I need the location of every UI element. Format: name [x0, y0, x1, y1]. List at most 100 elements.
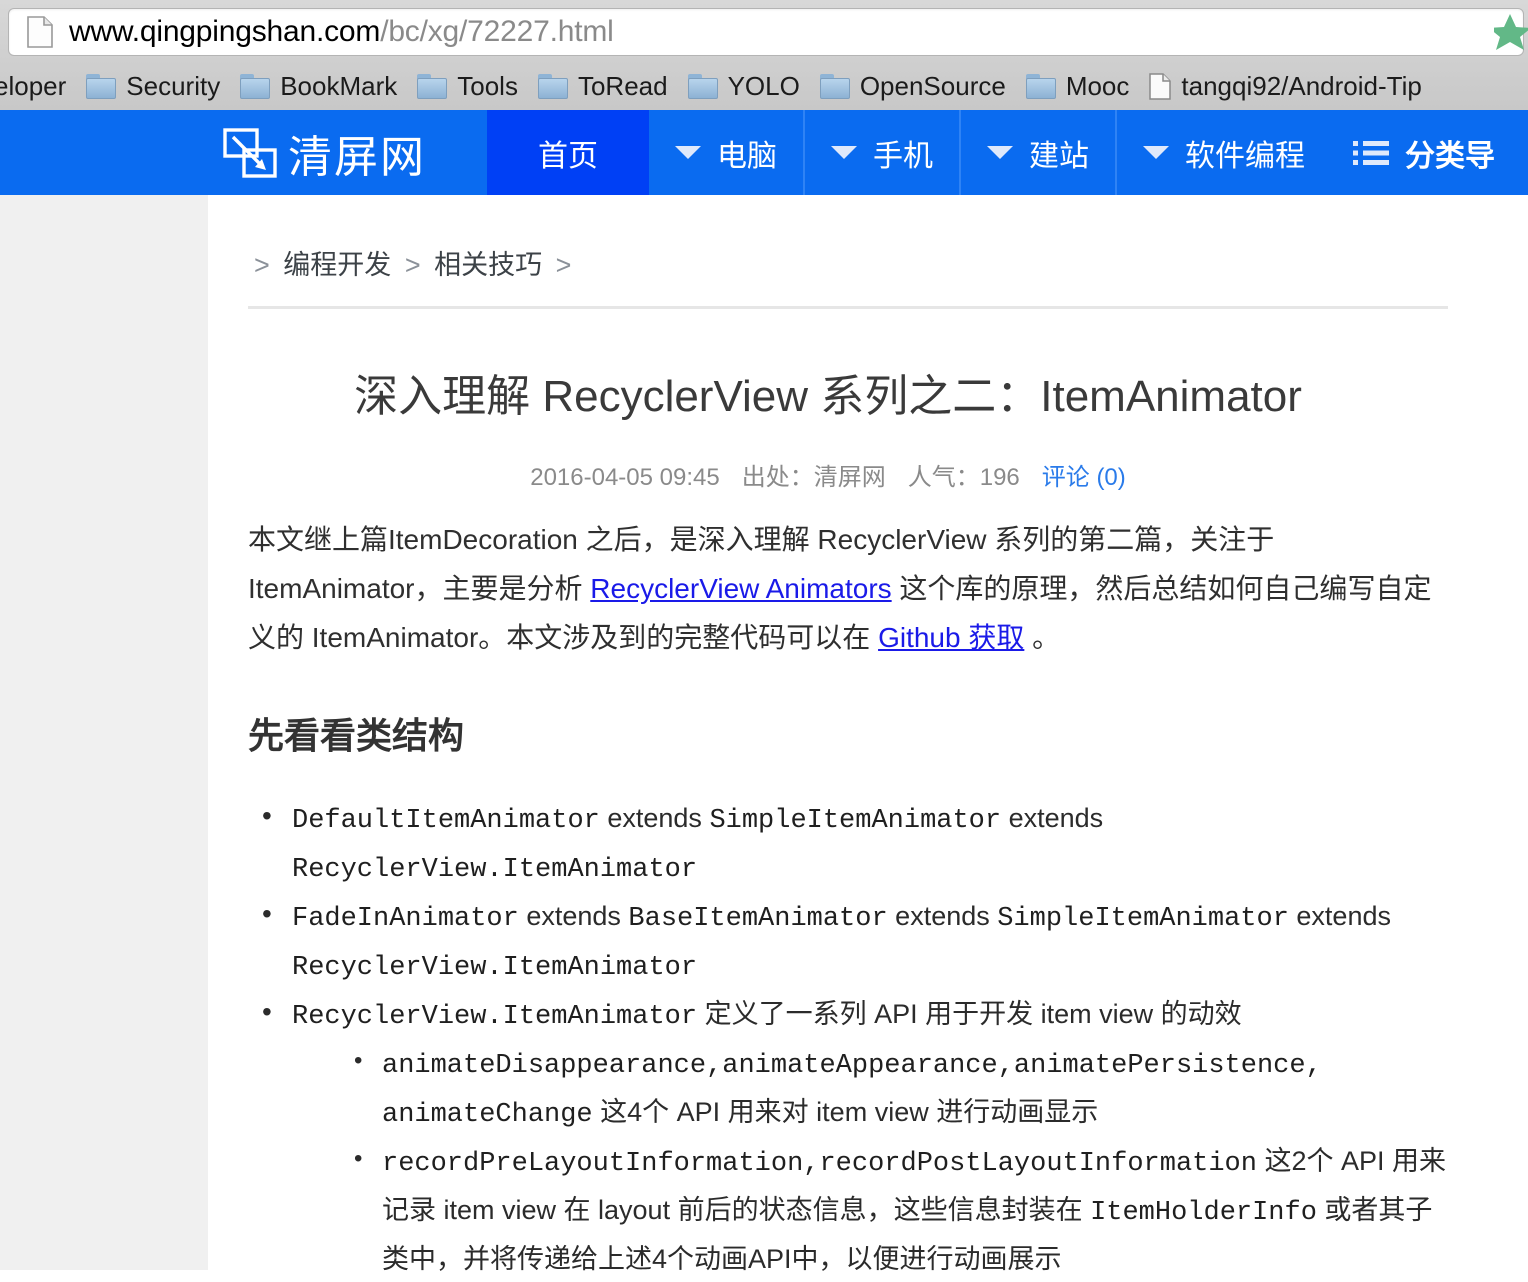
code-span: FadeInAnimator	[292, 904, 519, 934]
nav-item-software-programming-label: 软件编程	[1185, 131, 1305, 175]
bookmark-item[interactable]: Mooc	[1016, 66, 1140, 106]
text-span: extends	[1001, 803, 1103, 833]
code-span: recordPostLayoutInformation	[819, 1149, 1256, 1179]
bookmark-item[interactable]: tangqi92/Android-Tip	[1139, 66, 1431, 106]
site-logo[interactable]: 清屏网	[0, 110, 487, 195]
views-count: 196	[980, 464, 1020, 491]
views-label: 人气：	[908, 464, 980, 491]
code-span: BaseItemAnimator	[628, 904, 887, 934]
article-meta: 2016-04-05 09:45 出处：清屏网人气：196 评论 (0)	[208, 457, 1448, 492]
chevron-down-icon	[1143, 146, 1169, 159]
bookmark-item[interactable]: OpenSource	[810, 66, 1016, 106]
code-span: animateDisappearance	[382, 1051, 706, 1081]
bookmark-item[interactable]: eloper	[0, 66, 76, 106]
nav-item-category-guide-label: 分类导	[1405, 131, 1495, 175]
browser-chrome: www.qingpingshan.com/bc/xg/72227.html el…	[0, 0, 1528, 110]
bookmark-label: Mooc	[1066, 71, 1130, 102]
link-github[interactable]: Github 获取	[878, 622, 1024, 653]
document-icon	[27, 16, 53, 48]
bookmark-item[interactable]: ToRead	[528, 66, 678, 106]
code-span: SimpleItemAnimator	[997, 904, 1289, 934]
source-value: 清屏网	[814, 464, 886, 491]
bookmarks-bar[interactable]: eloper Security BookMarkTools ToRead YOLO Ope…	[0, 62, 1528, 110]
bookmark-label: YOLO	[728, 71, 800, 102]
breadcrumb: > 编程开发 > 相关技巧 >	[248, 243, 577, 282]
page-title: 深入理解 RecyclerView 系列之二：ItemAnimator	[208, 360, 1448, 424]
text-span: 这4个 API 用来对 item view 进行动画显示	[593, 1097, 1099, 1127]
article-intro-paragraph: 本文继上篇ItemDecoration 之后，是深入理解 RecyclerVie…	[248, 515, 1453, 662]
folder-icon	[86, 74, 116, 99]
bookmark-item[interactable]: YOLO	[678, 66, 810, 106]
url-text: www.qingpingshan.com/bc/xg/72227.html	[69, 15, 614, 49]
green-star-icon[interactable]	[1494, 10, 1528, 50]
left-gutter	[0, 195, 208, 1270]
breadcrumb-sep: >	[254, 250, 270, 280]
document-icon	[1149, 73, 1171, 100]
bookmark-label: OpenSource	[860, 71, 1006, 102]
folder-icon	[1026, 74, 1056, 99]
screen-arrow-icon	[222, 127, 278, 179]
page-body: > 编程开发 > 相关技巧 > 深入理解 RecyclerView 系列之二：I…	[0, 195, 1528, 1270]
chevron-down-icon	[987, 146, 1013, 159]
nav-item-home-label: 首页	[538, 131, 598, 175]
nav-item-home[interactable]: 首页	[487, 110, 649, 195]
text-span: extends	[519, 901, 629, 931]
bookmark-label: eloper	[0, 71, 66, 102]
code-span: RecyclerView.ItemAnimator	[292, 953, 697, 983]
code-span: RecyclerView.ItemAnimator	[292, 855, 697, 885]
chevron-down-icon	[675, 146, 701, 159]
bookmark-item[interactable]: Security	[76, 66, 230, 106]
divider	[248, 306, 1448, 309]
list-item: FadeInAnimator extends BaseItemAnimator …	[248, 893, 1458, 991]
nav-item-category-guide[interactable]: 分类导	[1331, 110, 1528, 195]
nav-item-computer[interactable]: 电脑	[649, 110, 805, 195]
code-span: ItemHolderInfo	[1090, 1198, 1317, 1228]
breadcrumb-item-1[interactable]: 编程开发	[283, 250, 391, 280]
bookmark-item[interactable]: Tools	[407, 66, 528, 106]
text-span: extends	[600, 803, 710, 833]
text-span: extends	[888, 901, 998, 931]
publish-datetime: 2016-04-05 09:45	[530, 464, 720, 491]
breadcrumb-item-2[interactable]: 相关技巧	[434, 250, 542, 280]
nav-item-website-label: 建站	[1029, 131, 1089, 175]
text-span: 定义了一系列 API 用于开发 item view 的动效	[697, 999, 1242, 1029]
bookmark-item[interactable]: BookMark	[230, 66, 407, 106]
source-label: 出处：	[742, 464, 814, 491]
comments-link[interactable]: 评论 (0)	[1042, 464, 1126, 491]
list-item: RecyclerView.ItemAnimator 定义了一系列 API 用于开…	[248, 991, 1458, 1282]
address-bar[interactable]: www.qingpingshan.com/bc/xg/72227.html	[8, 8, 1524, 56]
comments-count: (0)	[1096, 464, 1125, 491]
folder-icon	[538, 74, 568, 99]
link-recyclerview-animators[interactable]: RecyclerView Animators	[590, 573, 891, 604]
code-span: ,	[1306, 1051, 1322, 1081]
list-item: animateDisappearance,animateAppearance,a…	[344, 1040, 1458, 1138]
nav-item-software-programming[interactable]: 软件编程	[1117, 110, 1331, 195]
bullet-list-level-2: animateDisappearance,animateAppearance,a…	[292, 1040, 1458, 1282]
code-span: recordPreLayoutInformation	[382, 1149, 803, 1179]
site-navigation-bar: 清屏网 首页 电脑 手机 建站 软件编程 分类导	[0, 110, 1528, 195]
list-item: DefaultItemAnimator extends SimpleItemAn…	[248, 795, 1458, 893]
folder-icon	[417, 74, 447, 99]
folder-icon	[820, 74, 850, 99]
code-span: animateChange	[382, 1100, 593, 1130]
code-span: animateAppearance	[722, 1051, 997, 1081]
code-span: ,	[803, 1149, 819, 1179]
list-icon	[1353, 139, 1389, 167]
folder-icon	[240, 74, 270, 99]
bookmark-label: ToRead	[578, 71, 668, 102]
bookmark-label: tangqi92/Android-Tip	[1181, 71, 1421, 102]
url-host: www.qingpingshan.com	[69, 15, 380, 48]
article-content-area: > 编程开发 > 相关技巧 > 深入理解 RecyclerView 系列之二：I…	[208, 195, 1528, 1270]
site-logo-text: 清屏网	[288, 121, 426, 185]
code-span: RecyclerView.ItemAnimator	[292, 1002, 697, 1032]
code-span: SimpleItemAnimator	[709, 806, 1001, 836]
code-span: ,	[706, 1051, 722, 1081]
bullet-list-level-1: DefaultItemAnimator extends SimpleItemAn…	[248, 795, 1458, 1282]
code-span: DefaultItemAnimator	[292, 806, 600, 836]
nav-item-mobile[interactable]: 手机	[805, 110, 961, 195]
breadcrumb-sep: >	[405, 250, 421, 280]
list-item: recordPreLayoutInformation,recordPostLay…	[344, 1138, 1458, 1282]
bookmark-label: Security	[126, 71, 220, 102]
nav-item-website[interactable]: 建站	[961, 110, 1117, 195]
breadcrumb-sep-trail: >	[556, 250, 572, 280]
